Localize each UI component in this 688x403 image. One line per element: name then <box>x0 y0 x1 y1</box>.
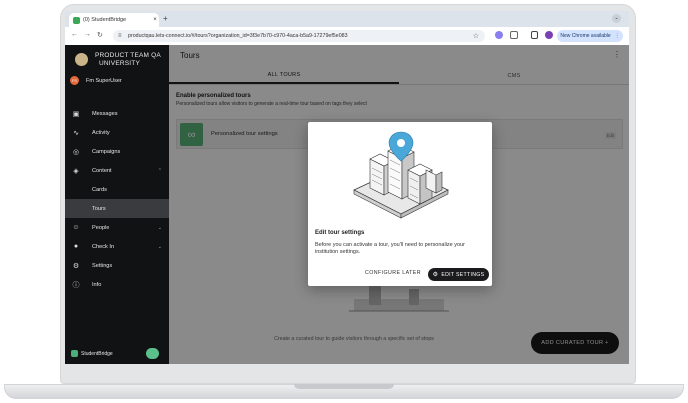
reload-icon[interactable]: ↻ <box>97 31 103 39</box>
modal-body: Before you can activate a tour, you'll n… <box>315 242 465 255</box>
layers-icon: ◈ <box>73 167 79 175</box>
modal-title: Edit tour settings <box>315 230 365 236</box>
sidebar-item-tours[interactable]: Tours <box>65 199 169 218</box>
inbox-icon: ▣ <box>72 110 80 118</box>
browser-toolbar: ← → ↻ ≡ productqau.lets-connect.io/#/tou… <box>65 27 629 46</box>
sidebar-item-check-in[interactable]: ● Check In ⌄ <box>65 237 169 256</box>
sidebar-item-campaigns[interactable]: ◎ Campaigns <box>65 142 169 161</box>
location-pin-icon: ● <box>73 243 79 250</box>
edit-tour-settings-modal: Edit tour settings Before you can activa… <box>308 122 492 286</box>
browser-tabstrip: (0) StudentBridge × + ⌄ <box>65 11 629 27</box>
sidebar-item-label: Activity <box>92 129 110 136</box>
campaign-icon: ◎ <box>72 148 80 156</box>
org-logo-icon <box>75 53 88 66</box>
sidebar-item-label: Settings <box>92 262 113 269</box>
browser-tab[interactable]: (0) StudentBridge × <box>69 13 159 27</box>
edit-settings-label: EDIT SETTINGS <box>441 271 485 278</box>
chevron-down-icon: ⌄ <box>157 224 162 231</box>
sidebar-item-label: People <box>92 224 110 231</box>
sidebar-item-messages[interactable]: ▣ Messages <box>65 104 169 123</box>
side-panel-icon[interactable] <box>531 31 538 39</box>
sidebar-item-people[interactable]: ☺ People ⌄ <box>65 218 169 237</box>
extensions-puzzle-icon[interactable] <box>510 31 518 39</box>
sidebar-item-info[interactable]: ⓘ Info <box>65 275 169 294</box>
configure-later-button[interactable]: CONFIGURE LATER <box>365 270 421 276</box>
gear-icon: ⚙ <box>72 262 80 270</box>
tab-close-icon[interactable]: × <box>151 17 159 23</box>
extension-icon[interactable] <box>495 31 503 39</box>
org-name-line1: PRODUCT TEAM QA <box>95 52 161 59</box>
sidebar-item-cards[interactable]: Cards <box>65 180 169 199</box>
sidebar-item-label: Campaigns <box>92 148 121 155</box>
url-text: productqau.lets-connect.io/#/tours?organ… <box>128 33 348 39</box>
people-icon: ☺ <box>72 224 80 231</box>
forward-arrow-icon[interactable]: → <box>84 31 91 38</box>
sidebar-item-label: Tours <box>92 205 106 212</box>
sidebar-item-label: Info <box>92 281 102 288</box>
profile-avatar[interactable] <box>545 31 553 39</box>
bookmark-star-icon[interactable]: ☆ <box>473 32 479 40</box>
sidebar-item-settings[interactable]: ⚙ Settings <box>65 256 169 275</box>
avatar: FS <box>70 76 79 85</box>
back-arrow-icon[interactable]: ← <box>71 31 78 38</box>
edit-settings-button[interactable]: ⚙ EDIT SETTINGS <box>428 268 489 281</box>
sidebar-item-label: Check In <box>92 243 115 250</box>
new-chrome-available-button[interactable]: New Chrome available ⋮ <box>557 30 623 42</box>
sidebar-item-label: Messages <box>92 110 118 117</box>
user-name: Fm SuperUser <box>86 77 122 84</box>
activity-icon: ∿ <box>73 129 79 137</box>
studentbridge-favicon-icon <box>73 16 80 24</box>
studentbridge-logo-icon <box>71 350 78 357</box>
chevron-down-icon: ⌄ <box>157 243 162 250</box>
laptop-notch <box>294 384 394 389</box>
site-info-icon[interactable]: ≡ <box>118 33 124 39</box>
screen: (0) StudentBridge × + ⌄ ← → ↻ ≡ productq… <box>65 11 629 364</box>
studentbridge-footer-logo: StudentBridge <box>71 350 113 357</box>
sidebar-item-label: Cards <box>92 186 107 193</box>
chevron-up-icon: ⌃ <box>157 167 162 174</box>
address-bar[interactable]: ≡ productqau.lets-connect.io/#/tours?org… <box>113 30 485 42</box>
sidebar-item-label: Content <box>92 167 112 174</box>
city-location-illustration <box>353 131 449 219</box>
org-name: PRODUCT TEAM QA UNIVERSITY <box>95 52 161 67</box>
tab-title: (0) StudentBridge <box>83 17 127 23</box>
gear-icon: ⚙ <box>432 272 439 278</box>
org-brand[interactable]: PRODUCT TEAM QA UNIVERSITY <box>73 51 165 71</box>
tab-search-button[interactable]: ⌄ <box>612 14 621 23</box>
org-name-line2: UNIVERSITY <box>99 59 141 67</box>
chat-toggle-button[interactable] <box>146 348 159 359</box>
info-icon: ⓘ <box>72 281 80 289</box>
footer-brand-text: StudentBridge <box>81 350 113 357</box>
new-tab-button[interactable]: + <box>163 14 168 23</box>
chrome-menu-icon[interactable]: ⋮ <box>615 33 620 39</box>
sidebar-item-activity[interactable]: ∿ Activity <box>65 123 169 142</box>
sidebar: PRODUCT TEAM QA UNIVERSITY FS Fm SuperUs… <box>65 45 169 364</box>
sidebar-item-content[interactable]: ◈ Content ⌃ <box>65 161 169 180</box>
chrome-available-label: New Chrome available <box>560 33 611 39</box>
current-user[interactable]: FS Fm SuperUser <box>70 76 122 85</box>
